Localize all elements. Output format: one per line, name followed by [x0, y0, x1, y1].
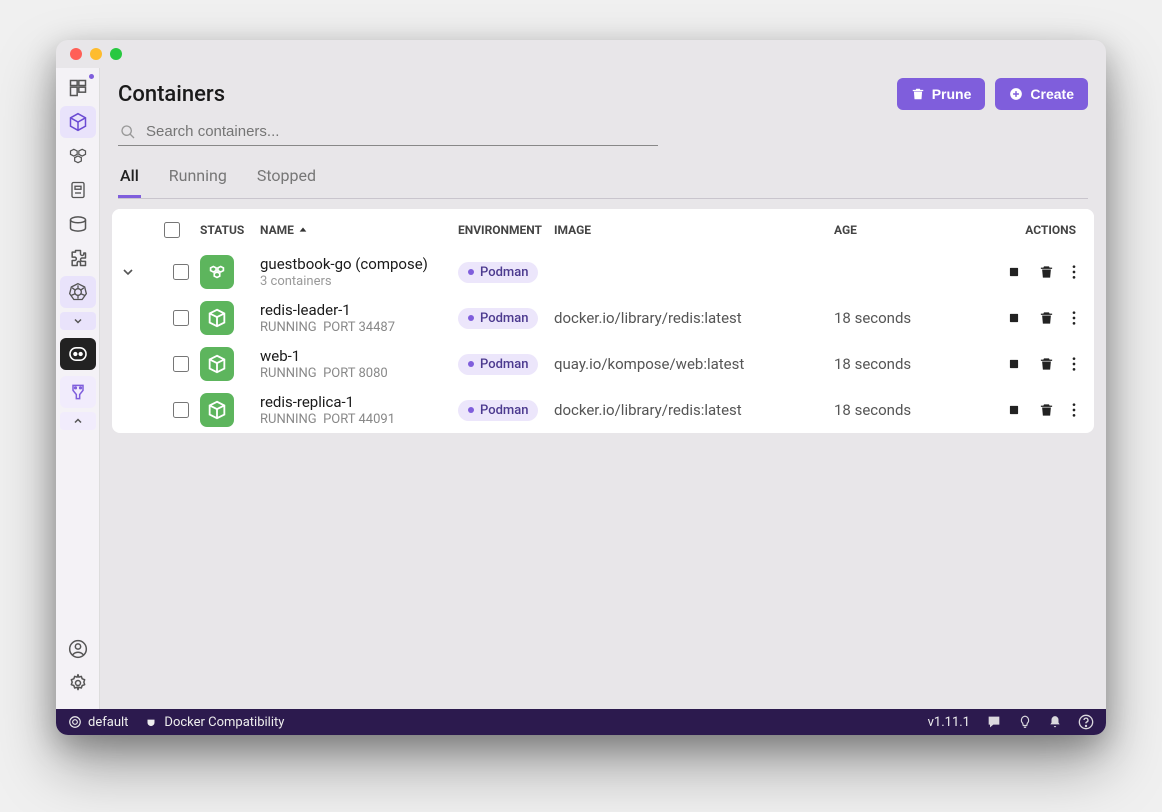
- delete-button[interactable]: [1039, 310, 1054, 326]
- container-running-icon: [200, 301, 234, 335]
- tab-all[interactable]: All: [118, 160, 141, 198]
- tab-stopped[interactable]: Stopped: [255, 160, 318, 198]
- window-zoom-icon[interactable]: [110, 48, 122, 60]
- sidebar-item-images[interactable]: [60, 174, 96, 206]
- row-name: guestbook-go (compose): [260, 255, 458, 273]
- stop-button[interactable]: [1007, 403, 1021, 417]
- table-row[interactable]: guestbook-go (compose) 3 containers Podm…: [112, 249, 1094, 295]
- more-button[interactable]: [1072, 264, 1076, 280]
- create-button[interactable]: Create: [995, 78, 1088, 110]
- env-badge: Podman: [458, 262, 538, 283]
- sidebar-item-pods[interactable]: [60, 140, 96, 172]
- plus-circle-icon: [1009, 87, 1023, 101]
- sort-asc-icon: [298, 225, 308, 235]
- row-subtitle: 3 containers: [260, 274, 458, 289]
- column-environment[interactable]: ENVIRONMENT: [458, 223, 554, 237]
- container-running-icon: [200, 393, 234, 427]
- table-row[interactable]: redis-replica-1 RUNNING PORT 44091 Podma…: [112, 387, 1094, 433]
- sidebar-item-settings[interactable]: [60, 667, 96, 699]
- stop-button[interactable]: [1007, 357, 1021, 371]
- row-name: redis-replica-1: [260, 393, 458, 411]
- sidebar-collapse-kubernetes[interactable]: [60, 312, 96, 330]
- create-button-label: Create: [1030, 86, 1074, 102]
- env-badge: Podman: [458, 308, 538, 329]
- containers-table: STATUS NAME ENVIRONMENT IMAGE AGE ACTION…: [112, 209, 1094, 433]
- docker-compat-indicator[interactable]: Docker Compatibility: [144, 715, 284, 730]
- delete-button[interactable]: [1039, 356, 1054, 372]
- row-image: docker.io/library/redis:latest: [554, 401, 834, 419]
- more-button[interactable]: [1072, 356, 1076, 372]
- target-icon: [68, 715, 82, 729]
- row-age: 18 seconds: [834, 401, 934, 419]
- app-window: Containers Prune Create All Running St: [56, 40, 1106, 735]
- row-image: docker.io/library/redis:latest: [554, 309, 834, 327]
- search-icon: [120, 124, 136, 140]
- search-input[interactable]: [144, 122, 656, 141]
- sidebar-item-ai[interactable]: [60, 338, 96, 370]
- tabs: All Running Stopped: [118, 160, 1088, 199]
- feedback-icon[interactable]: [986, 714, 1002, 730]
- window-close-icon[interactable]: [70, 48, 82, 60]
- sidebar-item-dashboard[interactable]: [60, 72, 96, 104]
- row-name: web-1: [260, 347, 458, 365]
- sidebar-item-account[interactable]: [60, 633, 96, 665]
- window-minimize-icon[interactable]: [90, 48, 102, 60]
- bell-icon[interactable]: [1048, 714, 1062, 730]
- env-badge: Podman: [458, 400, 538, 421]
- search-bar[interactable]: [118, 118, 658, 146]
- sidebar-item-kubernetes[interactable]: [60, 276, 96, 308]
- stop-button[interactable]: [1007, 265, 1021, 279]
- compose-running-icon: [200, 255, 234, 289]
- row-checkbox[interactable]: [173, 402, 189, 418]
- sidebar-collapse-playground[interactable]: [60, 412, 96, 430]
- trash-icon: [911, 87, 925, 101]
- env-badge: Podman: [458, 354, 538, 375]
- more-button[interactable]: [1072, 310, 1076, 326]
- delete-button[interactable]: [1039, 264, 1054, 280]
- help-icon[interactable]: [1078, 714, 1094, 730]
- sidebar-item-extensions[interactable]: [60, 242, 96, 274]
- row-checkbox[interactable]: [173, 310, 189, 326]
- version-label: v1.11.1: [928, 715, 970, 730]
- context-indicator[interactable]: default: [68, 715, 128, 730]
- table-row[interactable]: web-1 RUNNING PORT 8080 Podman quay.io/k…: [112, 341, 1094, 387]
- table-header: STATUS NAME ENVIRONMENT IMAGE AGE ACTION…: [112, 209, 1094, 249]
- row-image: quay.io/kompose/web:latest: [554, 355, 834, 373]
- status-bar: default Docker Compatibility v1.11.1: [56, 709, 1106, 735]
- delete-button[interactable]: [1039, 402, 1054, 418]
- sidebar: [56, 68, 100, 709]
- row-checkbox[interactable]: [173, 356, 189, 372]
- sidebar-item-playground[interactable]: [60, 376, 96, 408]
- main-area: Containers Prune Create All Running St: [100, 68, 1106, 709]
- column-actions: ACTIONS: [934, 223, 1086, 237]
- stop-button[interactable]: [1007, 311, 1021, 325]
- column-age[interactable]: AGE: [834, 223, 934, 237]
- expand-toggle[interactable]: [120, 264, 160, 280]
- column-status[interactable]: STATUS: [200, 223, 260, 237]
- page-title: Containers: [118, 82, 897, 107]
- row-age: 18 seconds: [834, 355, 934, 373]
- titlebar: [56, 40, 1106, 68]
- row-age: 18 seconds: [834, 309, 934, 327]
- sidebar-item-containers[interactable]: [60, 106, 96, 138]
- notification-dot-icon: [89, 74, 94, 79]
- sidebar-item-volumes[interactable]: [60, 208, 96, 240]
- tab-running[interactable]: Running: [167, 160, 229, 198]
- column-image[interactable]: IMAGE: [554, 223, 834, 237]
- row-checkbox[interactable]: [173, 264, 189, 280]
- row-name: redis-leader-1: [260, 301, 458, 319]
- prune-button[interactable]: Prune: [897, 78, 986, 110]
- lightbulb-icon[interactable]: [1018, 714, 1032, 730]
- table-row[interactable]: redis-leader-1 RUNNING PORT 34487 Podman…: [112, 295, 1094, 341]
- prune-button-label: Prune: [932, 86, 972, 102]
- container-running-icon: [200, 347, 234, 381]
- plug-icon: [144, 715, 158, 729]
- more-button[interactable]: [1072, 402, 1076, 418]
- select-all-checkbox[interactable]: [164, 222, 180, 238]
- column-name[interactable]: NAME: [260, 223, 458, 237]
